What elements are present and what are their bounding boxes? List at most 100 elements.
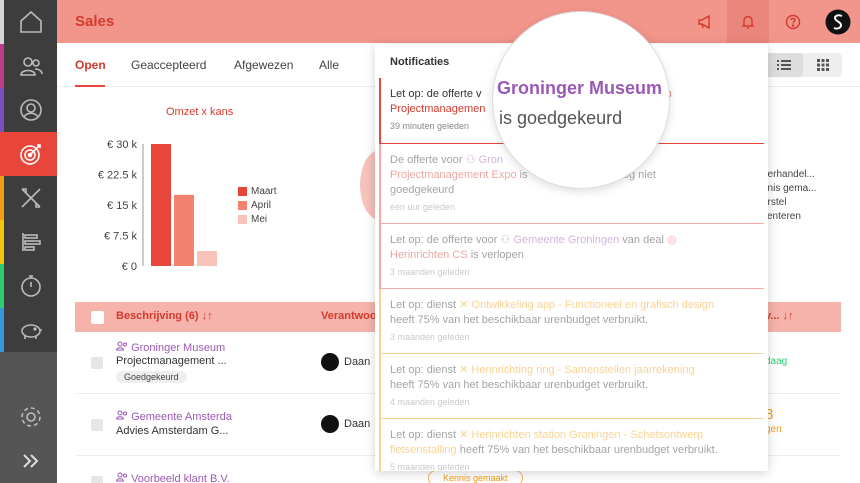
expand-chevrons-icon[interactable] [4, 439, 57, 483]
select-all-checkbox[interactable] [91, 311, 104, 324]
notification-time: één uur geleden [390, 202, 456, 212]
sort-icon[interactable]: ↓↑ [202, 310, 213, 322]
chart-title: Omzet x kans [166, 106, 234, 118]
owner-name: Daan [344, 356, 371, 368]
row-right-value: daag [765, 356, 788, 367]
client-link[interactable]: Gron [479, 154, 503, 166]
panel-title: Notificaties [390, 56, 450, 68]
client-link[interactable]: Gemeente Groningen [513, 234, 619, 246]
group-icon [115, 472, 127, 482]
left-rail [0, 0, 57, 483]
deal-link[interactable]: Projectmanagement Expo [390, 169, 517, 181]
row-checkbox[interactable] [91, 357, 103, 369]
legend-swatch [238, 186, 247, 196]
y-tick-label: € 30 k [107, 139, 137, 151]
bar-april[interactable] [174, 194, 194, 266]
list-view-icon[interactable] [764, 53, 803, 77]
sort-icon[interactable]: ↓↑ [783, 310, 794, 322]
tab-geaccepteerd[interactable]: Geaccepteerd [131, 58, 206, 72]
tab-open[interactable]: Open [75, 58, 106, 72]
notification-time: 3 maanden geleden [390, 332, 470, 342]
settings-gear-icon[interactable] [4, 395, 57, 439]
tools-icon: ✕ [459, 364, 469, 376]
avatar [321, 353, 339, 371]
legend-label: Mei [251, 213, 268, 225]
client-link[interactable]: Gemeente Amsterda [115, 410, 232, 423]
column-last[interactable]: v... ↓↑ [765, 310, 794, 322]
notification-prefix: Let op: de offerte voor [390, 234, 498, 246]
peek-line: nnis gema... [762, 183, 817, 194]
tools-icon[interactable] [4, 176, 57, 220]
owner: Daan [321, 415, 370, 433]
group-icon [115, 410, 127, 420]
column-beschrijving[interactable]: Beschrijving (6) ↓↑ [116, 310, 213, 322]
task-link[interactable]: Herinrichting ring - Samenstellen jaarre… [471, 364, 694, 376]
bar-mei[interactable] [197, 250, 217, 266]
task-link[interactable]: Ontwikkeling app - Functioneel en grafis… [471, 299, 714, 311]
notification-mid: is [519, 169, 528, 181]
deal-link[interactable]: Projectmanagemen [390, 103, 485, 115]
peek-line: orstel [762, 197, 787, 208]
row-description: Advies Amsterdam G... [116, 425, 229, 437]
target-icon: ◎ [666, 234, 677, 246]
chart-plot: € 30 k € 22.5 k € 15 k € 7.5 k € 0 [98, 139, 217, 273]
legend-item: April [238, 198, 277, 212]
notification-item[interactable]: Let op: dienst ✕ Ontwikkeling app - Func… [379, 289, 764, 354]
notifications-bell-icon[interactable] [727, 0, 769, 43]
notification-text: Let op: dienst ✕ Ontwikkeling app - Func… [390, 298, 764, 328]
legend-label: Maart [251, 185, 277, 197]
legend-item: Maart [238, 184, 277, 198]
client-link[interactable]: Groninger Museum [115, 341, 225, 354]
column-verantwoordelijke[interactable]: Verantwoo [321, 310, 377, 322]
piggy-bank-icon[interactable] [4, 308, 57, 352]
stopwatch-icon[interactable] [4, 264, 57, 308]
help-icon[interactable] [772, 0, 814, 43]
status-badge: Goedgekeurd [116, 371, 187, 383]
notification-mid: van deal [622, 234, 664, 246]
row-checkbox[interactable] [91, 476, 103, 483]
notification-time: 4 maanden geleden [390, 397, 470, 407]
notification-end: goedgekeurd [390, 184, 455, 196]
legend-swatch [238, 200, 247, 210]
tools-icon: ✕ [459, 429, 469, 441]
y-tick-label: € 22.5 k [98, 170, 138, 182]
notification-item[interactable]: Let op: dienst ✕ Herinrichten station Gr… [379, 419, 764, 471]
home-icon[interactable] [4, 0, 57, 44]
notification-text: Let op: de offerte voor ⚇ Gemeente Groni… [390, 233, 764, 263]
profile-logo-icon[interactable] [817, 0, 859, 43]
deal-link[interactable]: Herinrichten CS [390, 249, 468, 261]
group-icon [115, 341, 127, 351]
owner-name: Daan [344, 418, 371, 430]
y-tick-label: € 7.5 k [104, 231, 138, 243]
tools-icon: ✕ [459, 299, 469, 311]
notification-time: 3 maanden geleden [390, 267, 470, 277]
client-name: Gemeente Amsterda [131, 411, 232, 423]
notification-text: Let op: dienst ✕ Herinrichting ring - Sa… [390, 363, 764, 393]
legend-swatch [238, 214, 247, 224]
notification-item[interactable]: Let op: dienst ✕ Herinrichting ring - Sa… [379, 354, 764, 419]
notification-item[interactable]: Let op: de offerte voor ⚇ Gemeente Groni… [379, 224, 764, 289]
tab-alle[interactable]: Alle [319, 58, 339, 72]
notification-end: heeft 75% van het beschikbaar urenbudget… [459, 444, 718, 456]
tab-afgewezen[interactable]: Afgewezen [234, 58, 293, 72]
planning-icon[interactable] [4, 220, 57, 264]
contacts-icon[interactable] [4, 44, 57, 88]
bar-maart[interactable] [151, 144, 171, 266]
group-icon: ⚇ [465, 154, 476, 166]
magnified-client: Groninger Museum [497, 78, 663, 98]
user-icon[interactable] [4, 88, 57, 132]
notification-time: 5 maanden geleden [390, 462, 470, 471]
peek-line: derhandel... [762, 169, 815, 180]
grid-view-icon[interactable] [803, 53, 842, 77]
y-tick-label: € 0 [122, 261, 137, 273]
owner: Daan [321, 353, 370, 371]
notification-prefix: Let op: dienst [390, 364, 457, 376]
magnified-status: is goedgekeurd [499, 108, 623, 128]
megaphone-icon[interactable] [684, 0, 726, 43]
row-description: Projectmanagement ... [116, 355, 227, 367]
chart-legend: Maart April Mei [238, 184, 277, 226]
client-link[interactable]: Voorbeeld klant B.V. [115, 472, 230, 483]
target-icon[interactable] [4, 132, 57, 176]
notification-text: Let op: dienst ✕ Herinrichten station Gr… [390, 428, 764, 458]
row-checkbox[interactable] [91, 419, 103, 431]
